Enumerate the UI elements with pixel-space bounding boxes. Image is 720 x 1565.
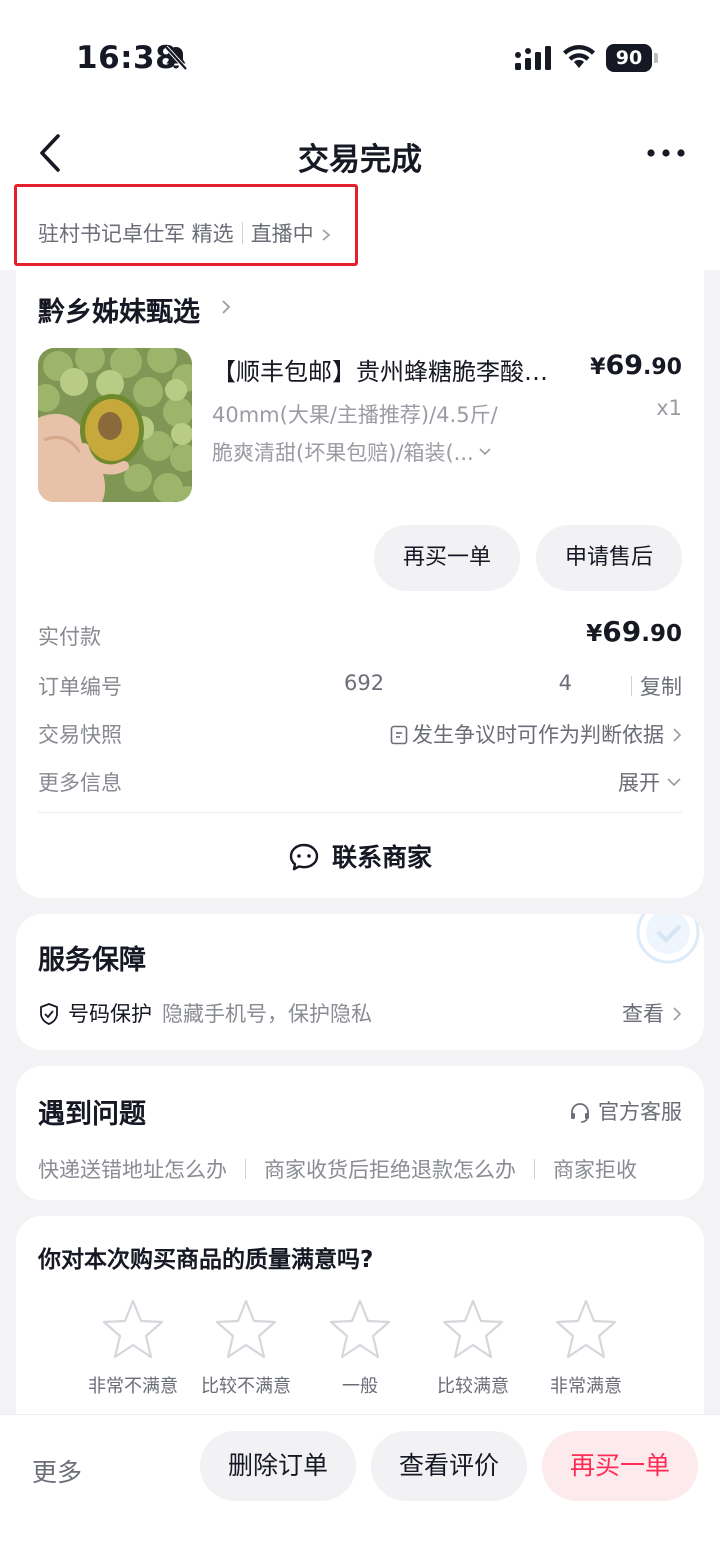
problems-card: 遇到问题 官方客服 快递送错地址怎么办 商家收货后拒绝退款怎么办 商家拒收 [16,1066,704,1200]
more-info-row[interactable]: 更多信息 展开 [38,767,682,797]
rating-label: 比较满意 [437,1376,509,1397]
faq-list: 快递送错地址怎么办 商家收货后拒绝退款怎么办 商家拒收 [38,1154,682,1184]
battery-tip [654,53,658,63]
chat-bubble-icon [289,843,319,871]
currency-symbol: ¥ [586,621,603,647]
spec-line-2-wrap: 脆爽清甜(坏果包赔)/箱装(... [212,434,542,472]
shield-watermark-icon [636,914,700,964]
status-bar: 16:38 90 [0,0,720,110]
customer-service-label: 官方客服 [598,1100,682,1124]
delete-order-button[interactable]: 删除订单 [200,1431,356,1501]
rebuy-button[interactable]: 再买一单 [374,525,520,591]
headset-icon [571,1103,589,1123]
service-name: 号码保护 [68,1002,152,1026]
paid-decimal: .90 [641,621,682,647]
separator [245,1159,246,1179]
chevron-down-icon [667,778,681,787]
product-title[interactable]: 【顺丰包邮】贵州蜂糖脆李酸… [212,352,572,387]
copy-group: 复制 [625,671,682,701]
product-quantity: x1 [656,396,682,420]
wifi-icon [563,45,595,68]
shop-name[interactable]: 黔乡姊妹甄选 [38,290,200,329]
rating-card: 你对本次购买商品的质量满意吗? 非常不满意 比较不满意 一般 比较满意 非常满意 [16,1216,704,1426]
paid-amount-row: 实付款 ¥69.90 [38,615,682,651]
chevron-down-icon [479,448,491,456]
rating-label: 非常满意 [550,1376,622,1397]
order-number-suffix: 4 [558,671,572,695]
contact-label: 联系商家 [331,843,432,872]
service-description: 隐藏手机号，保护隐私 [162,1002,372,1026]
highlight-annotation-box [14,184,358,266]
after-sale-button[interactable]: 申请售后 [536,525,682,591]
rating-label: 一般 [342,1376,378,1397]
chevron-right-icon [673,728,682,742]
shield-check-icon [40,1003,58,1025]
price-integer: 69 [605,350,644,381]
product-price: ¥69.90 [590,350,682,381]
product-spec[interactable]: 40mm(大果/主播推荐)/4.5斤/ 脆爽清甜(坏果包赔)/箱装(... [212,396,542,472]
bell-muted-icon [164,45,188,71]
view-label: 查看 [622,1002,664,1026]
star-icon[interactable] [214,1298,278,1360]
chevron-right-icon [222,300,231,314]
rating-label: 非常不满意 [88,1376,178,1397]
service-title: 服务保障 [38,945,146,976]
faq-item[interactable]: 商家拒收 [553,1158,637,1182]
snapshot-value: 发生争议时可作为判断依据 [412,723,664,747]
view-review-button[interactable]: 查看评价 [371,1431,527,1501]
contact-merchant-button[interactable]: 联系商家 [16,838,704,874]
service-view-link[interactable]: 查看 [622,998,682,1028]
paid-integer: 69 [602,615,642,648]
document-icon [390,725,408,745]
order-number-prefix: 692 [344,671,385,695]
star-icon[interactable] [328,1298,392,1360]
rating-question: 你对本次购买商品的质量满意吗? [38,1247,374,1273]
expand-label: 展开 [618,771,660,795]
star-icon[interactable] [101,1298,165,1360]
separator [534,1159,535,1179]
snapshot-link[interactable]: 发生争议时可作为判断依据 [390,719,682,749]
faq-item[interactable]: 商家收货后拒绝退款怎么办 [264,1158,516,1182]
paid-label: 实付款 [38,625,101,649]
more-options-icon[interactable] [644,140,688,166]
spec-line-2: 脆爽清甜(坏果包赔)/箱装(... [212,441,474,465]
battery-level: 90 [606,44,652,72]
star-icon[interactable] [554,1298,618,1360]
battery-indicator: 90 [606,44,658,72]
customer-service-link[interactable]: 官方客服 [568,1096,682,1126]
copy-button[interactable]: 复制 [640,675,682,699]
rating-label: 比较不满意 [201,1376,291,1397]
spec-line-1: 40mm(大果/主播推荐)/4.5斤/ [212,403,498,427]
order-number-label: 订单编号 [38,675,122,699]
order-card: 黔乡姊妹甄选 【顺丰包邮】贵州蜂糖脆李酸… ¥69.90 40mm(大果/主播推… [16,266,704,898]
service-guarantee-card: 服务保障 号码保护 隐藏手机号，保护隐私 查看 [16,914,704,1050]
separator [631,676,632,696]
faq-item[interactable]: 快递送错地址怎么办 [38,1158,227,1182]
currency-symbol: ¥ [590,355,606,380]
paid-amount: ¥69.90 [586,615,682,648]
product-thumbnail[interactable] [38,348,192,502]
order-number-row: 订单编号 692 4 复制 [38,671,682,701]
more-info-label: 更多信息 [38,771,122,795]
snapshot-row[interactable]: 交易快照 发生争议时可作为判断依据 [38,719,682,749]
number-protection-row[interactable]: 号码保护 隐藏手机号，保护隐私 查看 [38,998,682,1028]
page-title: 交易完成 [298,142,422,178]
problems-title: 遇到问题 [38,1099,146,1130]
rebuy-order-button[interactable]: 再买一单 [542,1431,698,1501]
more-button[interactable]: 更多 [32,1453,82,1489]
bottom-action-bar: 更多 删除订单 查看评价 再买一单 [0,1414,720,1565]
cellular-signal-icon [515,46,551,70]
price-decimal: .90 [643,355,682,380]
chevron-right-icon [673,1007,682,1021]
star-icon[interactable] [441,1298,505,1360]
snapshot-label: 交易快照 [38,723,122,747]
divider [38,812,682,813]
expand-toggle[interactable]: 展开 [618,767,682,797]
